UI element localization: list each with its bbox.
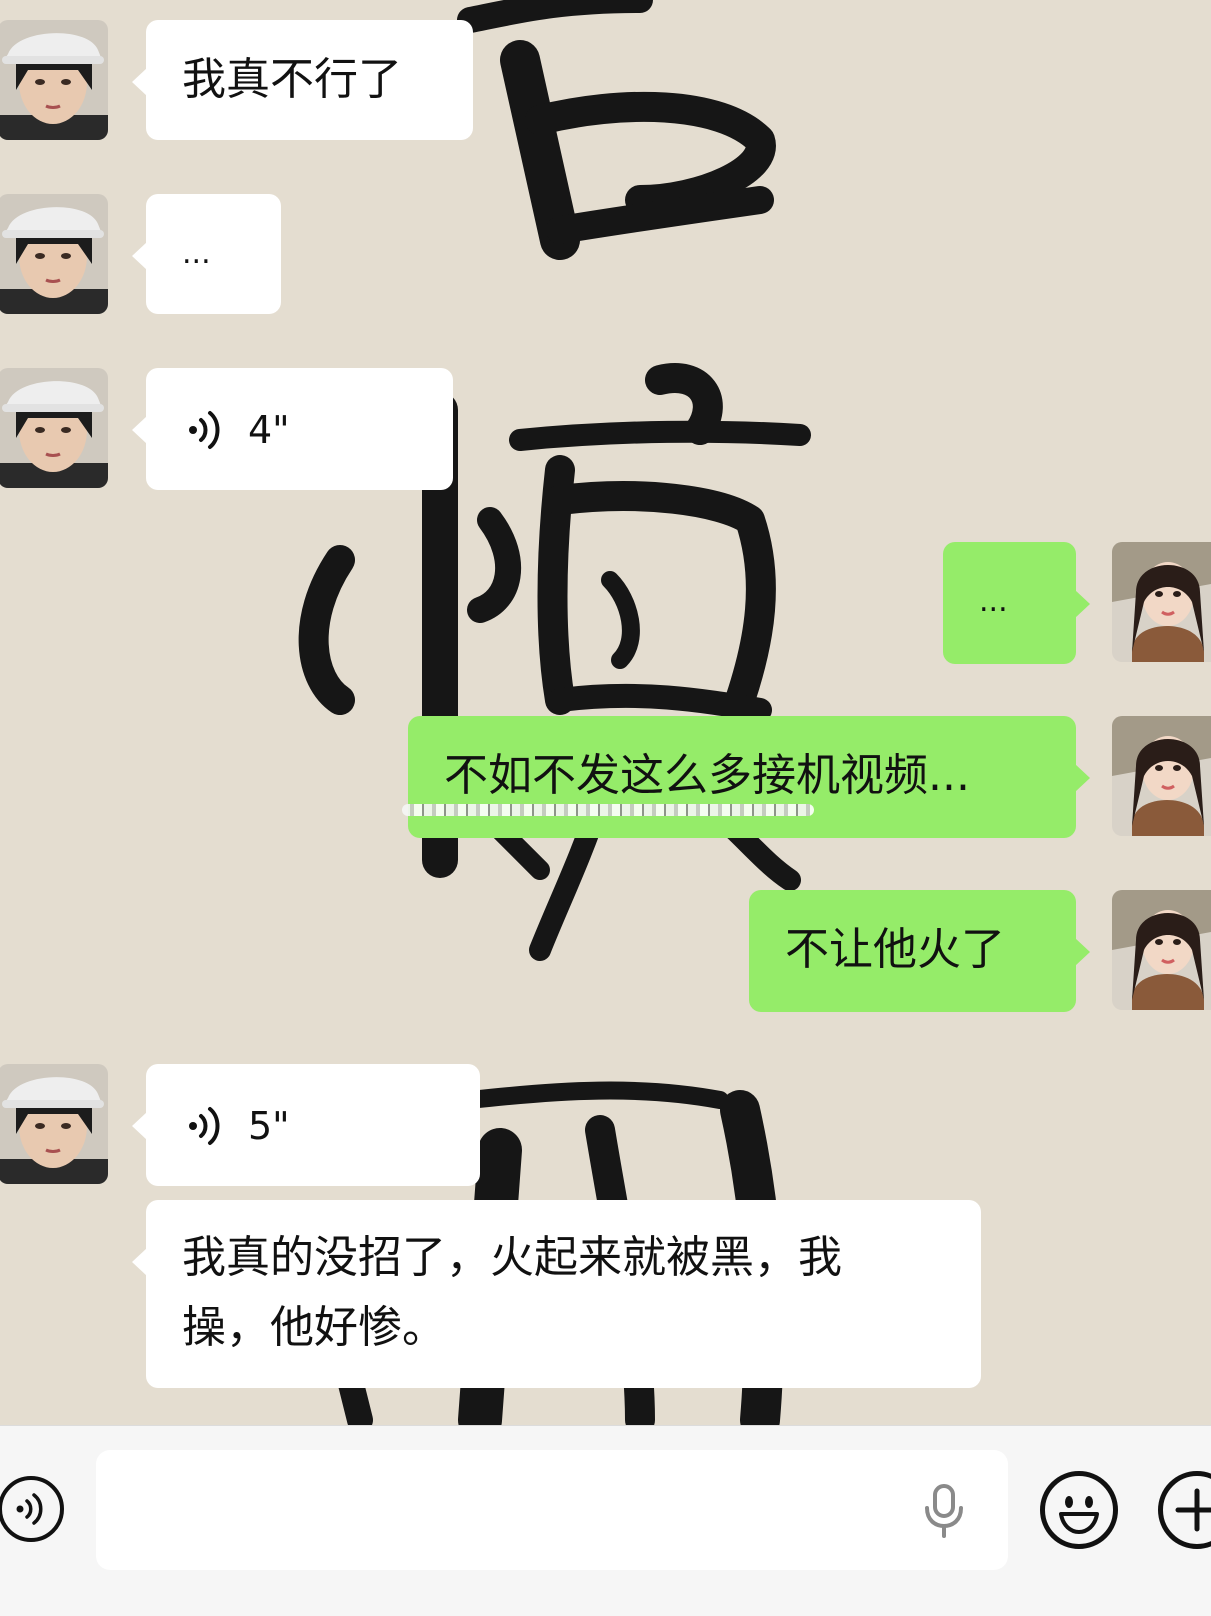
voice-wave-icon [189, 411, 220, 449]
incoming-message-bubble[interactable]: 我真的没招了，火起来就被黑，我 操，他好惨。 [132, 1200, 981, 1388]
contact-avatar-image [0, 20, 108, 140]
message-text: 不让他火了 [785, 924, 1005, 975]
contact-avatar-image [0, 1064, 108, 1184]
message-text-line-1: 我真的没招了，火起来就被黑，我 [182, 1232, 842, 1283]
incoming-message-bubble[interactable]: ... [132, 194, 281, 314]
emoji-button[interactable] [1040, 1471, 1118, 1549]
voice-mode-button[interactable] [0, 1476, 64, 1542]
chat-message-list[interactable]: 我真不行了 ... 4" ... 不如不发这么多接机视频... 不让他火了 5"… [0, 0, 1211, 1425]
incoming-voice-message[interactable]: 5" [132, 1064, 480, 1186]
message-text: ... [182, 236, 211, 271]
message-text: 不如不发这么多接机视频... [444, 750, 970, 801]
plus-icon [1175, 1488, 1211, 1532]
outgoing-message-bubble[interactable]: 不如不发这么多接机视频... [402, 716, 1090, 838]
my-avatar[interactable] [1112, 716, 1211, 836]
voice-duration: 4" [248, 408, 290, 452]
contact-avatar-image [0, 194, 108, 314]
voice-mode-icon [16, 1493, 43, 1525]
my-avatar[interactable] [1112, 542, 1211, 662]
contact-avatar[interactable] [0, 1064, 108, 1184]
message-text: ... [979, 584, 1008, 619]
microphone-icon[interactable] [922, 1484, 966, 1538]
my-avatar-image [1112, 890, 1211, 1010]
outgoing-message-bubble[interactable]: 不让他火了 [749, 890, 1090, 1012]
emoji-icon [1059, 1496, 1099, 1534]
chat-input-bar [0, 1425, 1211, 1616]
my-avatar-image [1112, 542, 1211, 662]
contact-avatar-image [0, 368, 108, 488]
incoming-message-bubble[interactable]: 我真不行了 [132, 20, 473, 140]
message-text-line-2: 操，他好惨。 [182, 1302, 446, 1353]
voice-wave-icon [189, 1107, 220, 1145]
contact-avatar[interactable] [0, 194, 108, 314]
my-avatar-image [1112, 716, 1211, 836]
message-text: 我真不行了 [182, 54, 402, 105]
voice-duration: 5" [248, 1104, 290, 1148]
message-input[interactable] [96, 1450, 1008, 1570]
incoming-voice-message[interactable]: 4" [132, 368, 453, 490]
more-button[interactable] [1158, 1471, 1211, 1549]
contact-avatar[interactable] [0, 20, 108, 140]
outgoing-message-bubble[interactable]: ... [943, 542, 1090, 664]
contact-avatar[interactable] [0, 368, 108, 488]
my-avatar[interactable] [1112, 890, 1211, 1010]
bullet-comment-overlay [402, 804, 814, 816]
